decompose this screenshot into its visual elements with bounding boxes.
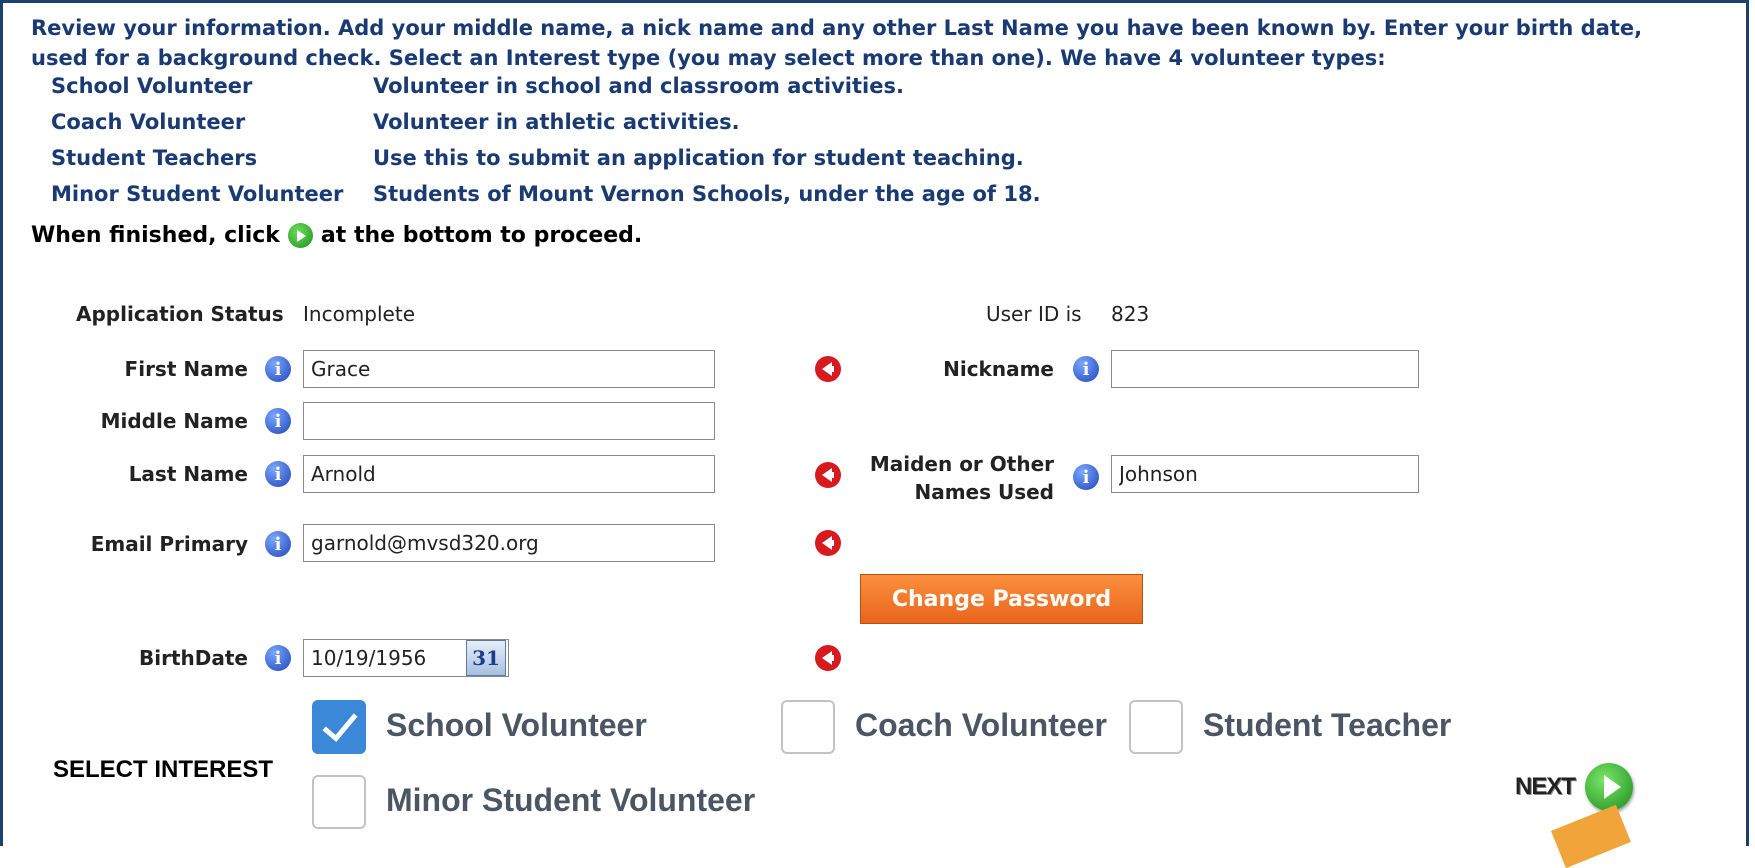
- email-input[interactable]: [303, 524, 715, 562]
- student-teacher-label[interactable]: Student Teacher: [1203, 707, 1455, 744]
- first-name-label: First Name: [124, 357, 248, 381]
- coach-volunteer-checkbox[interactable]: [781, 700, 835, 754]
- application-status-value: Incomplete: [303, 302, 415, 326]
- info-icon[interactable]: i: [265, 531, 291, 557]
- finish-instruction: When finished, click at the bottom to pr…: [31, 223, 642, 248]
- school-volunteer-checkbox[interactable]: [312, 700, 366, 754]
- info-icon[interactable]: i: [265, 356, 291, 382]
- next-label: NEXT: [1515, 773, 1576, 800]
- volunteer-type-row: Minor Student Volunteer Students of Mount…: [51, 182, 1041, 206]
- volunteer-type-name: Minor Student Volunteer: [51, 182, 344, 206]
- student-teacher-checkbox[interactable]: [1129, 700, 1183, 754]
- volunteer-type-name: Student Teachers: [51, 146, 258, 170]
- user-id-label: User ID is: [986, 302, 1082, 326]
- required-arrow-icon: [815, 530, 841, 556]
- instructions-line-2: used for a background check. Select an I…: [31, 46, 1386, 70]
- info-icon[interactable]: i: [1073, 356, 1099, 382]
- nickname-label: Nickname: [943, 357, 1054, 381]
- middle-name-input[interactable]: [303, 402, 715, 440]
- last-name-label: Last Name: [128, 462, 248, 486]
- finish-text-after: at the bottom to proceed.: [320, 223, 643, 248]
- required-arrow-icon: [815, 645, 841, 671]
- volunteer-type-name: Coach Volunteer: [51, 110, 246, 134]
- first-name-input[interactable]: [303, 350, 715, 388]
- last-name-input[interactable]: [303, 455, 715, 493]
- coach-volunteer-label[interactable]: Coach Volunteer: [855, 707, 1107, 744]
- volunteer-type-desc: Volunteer in school and classroom activi…: [373, 74, 904, 98]
- finish-text-before: When finished, click: [31, 223, 280, 248]
- maiden-name-label: Maiden or Other Names Used: [870, 450, 1054, 506]
- volunteer-type-row: Coach Volunteer Volunteer in athletic act…: [51, 110, 740, 134]
- go-arrow-icon: [287, 223, 313, 248]
- instructions-line-1: Review your information. Add your middle…: [31, 16, 1643, 40]
- email-label: Email Primary: [90, 532, 248, 556]
- maiden-label-line-2: Names Used: [914, 480, 1054, 504]
- maiden-label-line-1: Maiden or Other: [869, 452, 1054, 476]
- required-arrow-icon: [815, 462, 841, 488]
- change-password-button[interactable]: Change Password: [860, 574, 1143, 624]
- info-icon[interactable]: i: [265, 408, 291, 434]
- minor-student-volunteer-label[interactable]: Minor Student Volunteer: [386, 782, 755, 819]
- select-interest-label: SELECT INTEREST: [53, 756, 274, 783]
- application-status-label: Application Status: [76, 302, 284, 326]
- go-arrow-icon: [1585, 763, 1634, 811]
- volunteer-type-row: Student Teachers Use this to submit an ap…: [51, 146, 1024, 170]
- required-arrow-icon: [815, 356, 841, 382]
- user-id-value: 823: [1111, 302, 1150, 326]
- maiden-name-input[interactable]: [1111, 455, 1419, 493]
- instructions: Review your information. Add your middle…: [31, 13, 1731, 73]
- middle-name-label: Middle Name: [100, 409, 248, 433]
- birthdate-label: BirthDate: [139, 646, 248, 670]
- volunteer-type-row: School Volunteer Volunteer in school and …: [51, 74, 904, 98]
- volunteer-type-name: School Volunteer: [51, 74, 253, 98]
- school-volunteer-label[interactable]: School Volunteer: [386, 707, 647, 744]
- volunteer-type-desc: Use this to submit an application for st…: [373, 146, 1024, 170]
- info-icon[interactable]: i: [265, 461, 291, 487]
- nickname-input[interactable]: [1111, 350, 1419, 388]
- info-icon[interactable]: i: [265, 645, 291, 671]
- volunteer-type-desc: Students of Mount Vernon Schools, under …: [373, 182, 1041, 206]
- minor-student-volunteer-checkbox[interactable]: [312, 775, 366, 829]
- volunteer-type-desc: Volunteer in athletic activities.: [373, 110, 740, 134]
- page-frame: Review your information. Add your middle…: [0, 0, 1749, 868]
- pointer-arrow-icon: [1551, 804, 1631, 868]
- calendar-icon[interactable]: 31: [466, 640, 506, 676]
- info-icon[interactable]: i: [1073, 464, 1099, 490]
